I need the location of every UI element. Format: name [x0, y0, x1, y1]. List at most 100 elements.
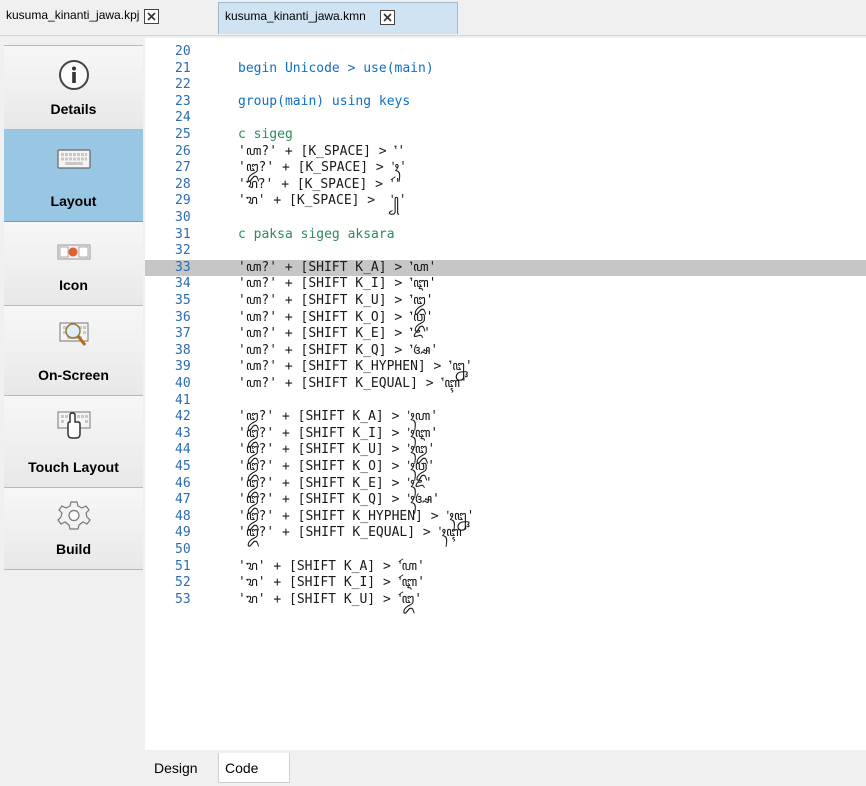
code-line[interactable]: 52 'ꦫ' + [SHIFT K_I] > 'ꦂꦆ' [145, 575, 866, 592]
code-line[interactable]: 33 'ꦲ?' + [SHIFT K_A] > 'ꦁꦲ' [145, 259, 866, 277]
code-line[interactable]: 24 [145, 110, 866, 127]
sidebar-item-layout[interactable]: Layout [4, 130, 143, 222]
sidebar-item-details[interactable]: Details [4, 46, 143, 130]
touch-keyboard-icon [57, 411, 90, 439]
code-line[interactable]: 49 'ꦈ?' + [SHIFT K_EQUAL] > 'ꦃꦇ' [145, 525, 866, 542]
close-icon[interactable] [144, 9, 160, 24]
line-number: 29 [175, 193, 191, 209]
line-number: 40 [175, 376, 191, 391]
code-text: 'ꦲ?' + [SHIFT K_EQUAL] > 'ꦁꦇ' [238, 376, 468, 391]
keyboard-icon [56, 149, 91, 169]
line-number: 36 [175, 309, 191, 325]
code-line[interactable]: 23 group(main) using keys [145, 94, 866, 111]
tab-kpj[interactable]: kusuma_kinanti_jawa.kpj [0, 2, 216, 34]
code-line[interactable]: 36 'ꦲ?' + [SHIFT K_O] > 'ꦁꦎ' [145, 310, 866, 327]
sidebar-item-build[interactable]: Build [4, 488, 143, 570]
code-line[interactable]: 43 'ꦈ?' + [SHIFT K_I] > 'ꦃꦆ' [145, 426, 866, 443]
code-text: 'ꦲ?' + [SHIFT K_O] > 'ꦁꦎ' [238, 309, 434, 325]
sidebar-item-label: Layout [50, 193, 97, 209]
gear-icon [56, 501, 91, 530]
sidebar-item-label: Touch Layout [28, 459, 119, 475]
code-text: group(main) using keys [238, 93, 411, 109]
code-line[interactable]: 37 'ꦲ?' + [SHIFT K_E] > 'ꦁꦌ' [145, 326, 866, 343]
code-line[interactable]: 22 [145, 77, 866, 94]
code-text: 'ꦲ?' + [SHIFT K_E] > 'ꦁꦌ' [238, 326, 431, 342]
sidebar-item-on-screen[interactable]: On-Screen [4, 306, 143, 396]
code-line[interactable]: 51 'ꦫ' + [SHIFT K_A] > 'ꦂꦲ' [145, 559, 866, 576]
sidebar-item-label: Icon [59, 277, 88, 293]
code-line[interactable]: 31 c paksa sigeg aksara [145, 227, 866, 244]
code-line[interactable]: 28 'ꦫ?' + [K_SPACE] > 'ꦂ' [145, 177, 866, 194]
line-number: 31 [175, 226, 191, 242]
sidebar-item-label: Build [56, 541, 91, 557]
sidebar-item-label: Details [50, 101, 97, 117]
code-line[interactable]: 20 [145, 44, 866, 61]
sidebar-item-touch-layout[interactable]: Touch Layout [4, 396, 143, 488]
code-text: 'ꦫ' + [SHIFT K_I] > 'ꦂꦆ' [238, 575, 426, 591]
code-line[interactable]: 46 'ꦈ?' + [SHIFT K_E] > 'ꦃꦌ' [145, 476, 866, 493]
line-number: 50 [175, 542, 191, 557]
close-icon[interactable] [379, 10, 395, 25]
line-number: 48 [175, 508, 191, 524]
code-text: 'ꦫ' + [K_SPACE] > '꧀' [238, 193, 407, 209]
code-line[interactable]: 44 'ꦈ?' + [SHIFT K_U] > 'ꦃꦈ' [145, 442, 866, 459]
info-icon [58, 60, 89, 90]
code-editor[interactable]: 20 21 begin Unicode > use(main) 22 23 group(m… [145, 38, 866, 750]
code-line[interactable]: 25 c sigeg [145, 127, 866, 144]
tab-design[interactable]: Design [148, 753, 218, 783]
code-text: 'ꦈ?' + [SHIFT K_I] > 'ꦃꦆ' [238, 425, 439, 441]
code-line[interactable]: 45 'ꦈ?' + [SHIFT K_O] > 'ꦃꦎ' [145, 459, 866, 476]
code-text: 'ꦲ?' + [SHIFT K_Q] > 'ꦁꦄ' [238, 342, 439, 358]
line-number: 26 [175, 143, 191, 159]
code-text: 'ꦈ?' + [SHIFT K_HYPHEN] > 'ꦃꦋ' [238, 508, 475, 524]
line-number: 52 [175, 575, 191, 591]
code-line[interactable]: 50 [145, 542, 866, 559]
line-number: 22 [175, 77, 191, 93]
code-line[interactable]: 38 'ꦲ?' + [SHIFT K_Q] > 'ꦁꦄ' [145, 343, 866, 360]
code-line[interactable]: 32 [145, 243, 866, 260]
code-text: 'ꦲ?' + [SHIFT K_U] > 'ꦁꦈ' [238, 293, 434, 308]
line-number: 24 [175, 110, 191, 126]
sidebar-item-icon[interactable]: Icon [4, 222, 143, 306]
line-number: 35 [175, 293, 191, 308]
magnifier-keyboard-icon [59, 322, 88, 346]
code-text: 'ꦲ?' + [K_SPACE] > 'ꦁ' [238, 143, 406, 159]
line-number: 43 [175, 425, 191, 441]
code-line[interactable]: 34 'ꦲ?' + [SHIFT K_I] > 'ꦁꦆ' [145, 276, 866, 293]
line-number: 28 [175, 176, 191, 192]
code-text: 'ꦫ' + [SHIFT K_U] > 'ꦂꦈ' [238, 591, 423, 607]
line-number: 30 [175, 210, 191, 225]
code-line[interactable]: 48 'ꦈ?' + [SHIFT K_HYPHEN] > 'ꦃꦋ' [145, 509, 866, 526]
code-line[interactable]: 53 'ꦫ' + [SHIFT K_U] > 'ꦂꦈ' [145, 592, 866, 609]
code-text: 'ꦈ?' + [SHIFT K_O] > 'ꦃꦎ' [238, 459, 436, 474]
code-line[interactable]: 47 'ꦈ?' + [SHIFT K_Q] > 'ꦃꦄ' [145, 492, 866, 509]
code-line[interactable]: 42 'ꦈ?' + [SHIFT K_A] > 'ꦃꦲ' [145, 409, 866, 426]
code-line[interactable]: 39 'ꦲ?' + [SHIFT K_HYPHEN] > 'ꦁꦋ' [145, 359, 866, 376]
view-tabs: Design Code [145, 750, 866, 786]
code-line[interactable]: 30 [145, 210, 866, 227]
code-line[interactable]: 40 'ꦲ?' + [SHIFT K_EQUAL] > 'ꦁꦇ' [145, 376, 866, 393]
sidebar-nav: Details Layout Icon On-Screen Touch Layo… [4, 45, 143, 570]
tab-code[interactable]: Code [218, 753, 290, 783]
line-number: 45 [175, 459, 191, 474]
code-text: 'ꦲ?' + [SHIFT K_A] > 'ꦁꦲ' [238, 259, 437, 275]
code-line[interactable]: 41 [145, 393, 866, 410]
line-number: 41 [175, 392, 191, 408]
document-tab-bar: kusuma_kinanti_jawa.kpj kusuma_kinanti_j… [0, 0, 866, 36]
code-line[interactable]: 29 'ꦫ' + [K_SPACE] > '꧀' [145, 193, 866, 210]
code-line[interactable]: 21 begin Unicode > use(main) [145, 61, 866, 78]
code-text: 'ꦈ?' + [SHIFT K_U] > 'ꦃꦈ' [238, 442, 436, 458]
line-number: 53 [175, 591, 191, 607]
line-number: 39 [175, 359, 191, 375]
line-number: 49 [175, 525, 191, 541]
code-text: 'ꦈ?' + [SHIFT K_A] > 'ꦃꦲ' [238, 409, 439, 425]
code-line[interactable]: 35 'ꦲ?' + [SHIFT K_U] > 'ꦁꦈ' [145, 293, 866, 310]
code-line[interactable]: 26 'ꦲ?' + [K_SPACE] > 'ꦁ' [145, 144, 866, 161]
line-number: 34 [175, 276, 191, 292]
line-number: 21 [175, 60, 191, 76]
sidebar-item-label: On-Screen [38, 367, 109, 383]
tab-kmn[interactable]: kusuma_kinanti_jawa.kmn [218, 2, 458, 34]
code-line[interactable]: 27 'ꦈ?' + [K_SPACE] > 'ꦃ' [145, 160, 866, 177]
code-text: c sigeg [238, 127, 293, 142]
code-text: 'ꦈ?' + [SHIFT K_E] > 'ꦃꦌ' [238, 475, 433, 491]
